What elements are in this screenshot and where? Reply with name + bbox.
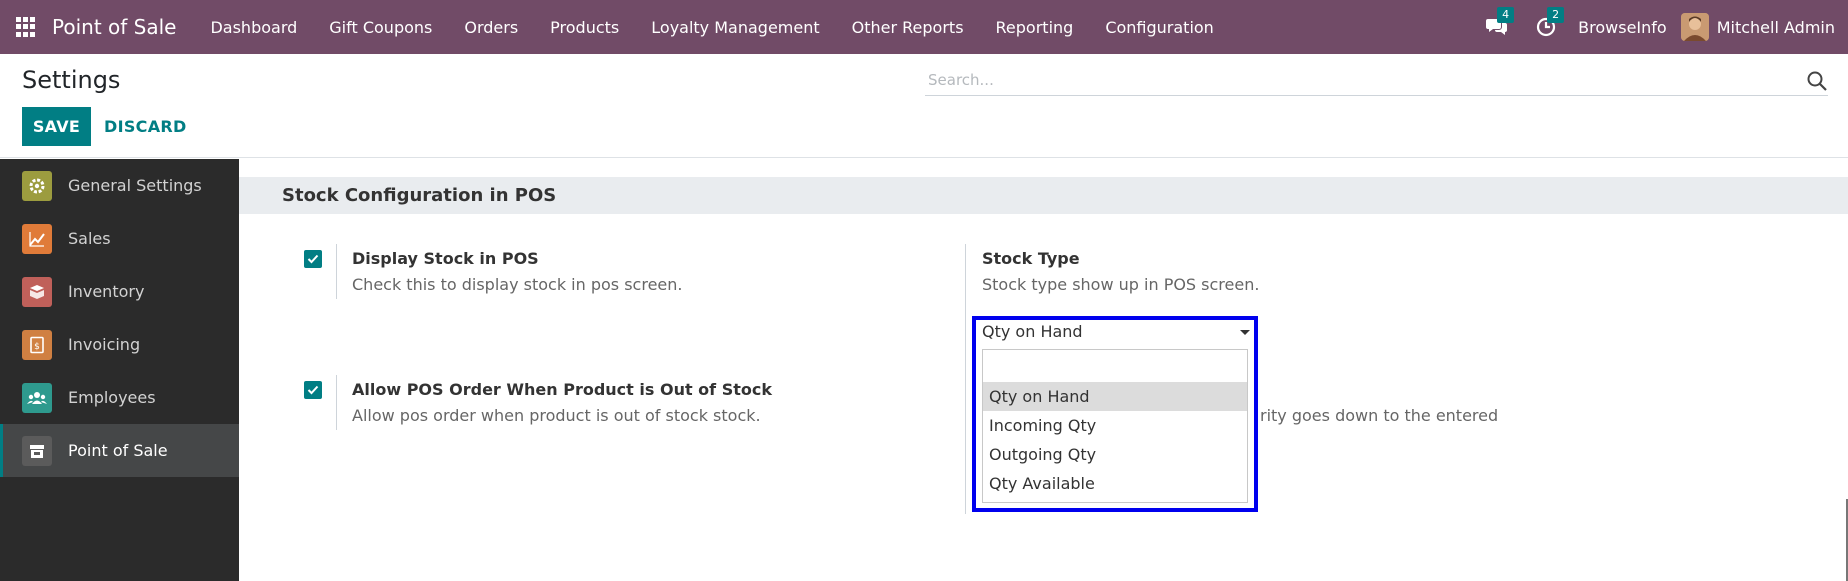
stock-type-label: Stock Type (982, 249, 1080, 268)
activities-count-badge: 2 (1547, 7, 1565, 23)
sidebar-item-label: Sales (68, 229, 111, 248)
sidebar-item-sales[interactable]: Sales (0, 212, 239, 265)
settings-sidebar: General Settings Sales Inventory $ Invoi… (0, 159, 239, 581)
menu-gift-coupons[interactable]: Gift Coupons (313, 18, 448, 37)
check-icon (307, 385, 319, 395)
sidebar-item-inventory[interactable]: Inventory (0, 265, 239, 318)
gear-icon (22, 170, 52, 201)
stock-type-select[interactable]: Qty on Hand (982, 321, 1250, 345)
main-menu: Dashboard Gift Coupons Orders Products L… (194, 18, 1229, 37)
sidebar-item-label: Point of Sale (68, 441, 168, 460)
apps-menu-icon[interactable] (16, 17, 36, 37)
company-switcher[interactable]: BrowseInfo (1570, 18, 1681, 37)
menu-reporting[interactable]: Reporting (980, 18, 1090, 37)
menu-products[interactable]: Products (534, 18, 635, 37)
search-bar (925, 64, 1828, 96)
menu-orders[interactable]: Orders (448, 18, 534, 37)
settings-content: Stock Configuration in POS Display Stock… (239, 159, 1848, 581)
activities-button[interactable]: 2 (1522, 7, 1570, 37)
dropdown-option[interactable]: Qty on Hand (983, 382, 1247, 411)
sidebar-item-point-of-sale[interactable]: Point of Sale (0, 424, 239, 477)
display-stock-help: Check this to display stock in pos scree… (352, 275, 683, 294)
chart-icon (22, 223, 52, 254)
avatar (1680, 13, 1709, 41)
svg-text:$: $ (34, 342, 40, 352)
dropdown-search-input[interactable] (983, 350, 1247, 382)
setting-divider (336, 244, 337, 299)
section-title: Stock Configuration in POS (239, 177, 1848, 214)
menu-dashboard[interactable]: Dashboard (194, 18, 313, 37)
allow-order-label: Allow POS Order When Product is Out of S… (352, 380, 772, 399)
people-icon (22, 382, 52, 413)
sidebar-item-employees[interactable]: Employees (0, 371, 239, 424)
user-menu[interactable]: Mitchell Admin (1680, 13, 1848, 41)
allow-order-checkbox[interactable] (304, 381, 322, 399)
messages-button[interactable]: 4 (1472, 7, 1522, 37)
dropdown-option[interactable]: Outgoing Qty (983, 440, 1247, 469)
stock-type-value: Qty on Hand (982, 322, 1083, 341)
app-brand[interactable]: Point of Sale (52, 15, 176, 39)
menu-loyalty-management[interactable]: Loyalty Management (635, 18, 835, 37)
systray: 4 2 BrowseInfo Mitchell Admin (1472, 0, 1848, 54)
sidebar-item-general-settings[interactable]: General Settings (0, 159, 239, 212)
save-button[interactable]: SAVE (22, 107, 91, 146)
sidebar-item-label: Employees (68, 388, 156, 407)
check-icon (307, 254, 319, 264)
setting-divider (336, 375, 337, 430)
stock-type-dropdown: Qty on Hand Incoming Qty Outgoing Qty Qt… (982, 349, 1248, 503)
sidebar-item-label: Invoicing (68, 335, 141, 354)
dropdown-option[interactable]: Qty Available (983, 469, 1247, 498)
top-navbar: Point of Sale Dashboard Gift Coupons Ord… (0, 0, 1848, 54)
search-icon[interactable] (1806, 70, 1828, 92)
allow-order-help: Allow pos order when product is out of s… (352, 406, 761, 425)
messages-count-badge: 4 (1497, 7, 1515, 23)
stock-type-help: Stock type show up in POS screen. (982, 275, 1260, 294)
display-stock-checkbox[interactable] (304, 250, 322, 268)
display-stock-label: Display Stock in POS (352, 249, 539, 268)
store-icon (22, 435, 52, 466)
sidebar-item-label: General Settings (68, 176, 202, 195)
control-panel: Settings SAVE DISCARD (0, 54, 1848, 158)
setting-divider (965, 244, 966, 514)
discard-button[interactable]: DISCARD (104, 107, 187, 146)
menu-configuration[interactable]: Configuration (1089, 18, 1230, 37)
user-name: Mitchell Admin (1716, 17, 1835, 37)
partial-help-text: rity goes down to the entered (1260, 406, 1499, 425)
menu-other-reports[interactable]: Other Reports (836, 18, 980, 37)
page-title: Settings (22, 66, 121, 94)
dropdown-option[interactable]: Incoming Qty (983, 411, 1247, 440)
invoice-icon: $ (22, 329, 52, 360)
sidebar-item-label: Inventory (68, 282, 145, 301)
sidebar-item-invoicing[interactable]: $ Invoicing (0, 318, 239, 371)
chevron-down-icon (1240, 330, 1250, 335)
search-input[interactable] (925, 70, 1795, 89)
box-icon (22, 276, 52, 307)
